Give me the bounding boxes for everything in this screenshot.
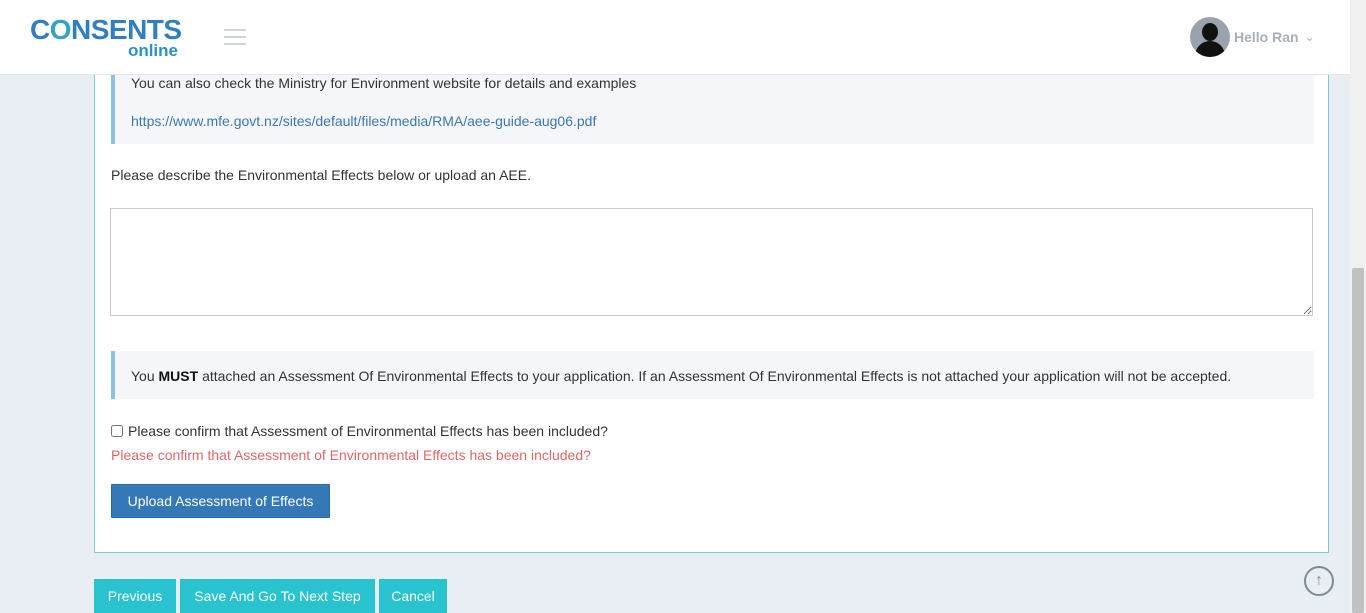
logo-subtitle: online [127, 41, 178, 60]
chevron-down-icon: ⌄ [1304, 30, 1315, 44]
user-menu[interactable]: Hello Ran ⌄ [1190, 17, 1315, 57]
environmental-effects-textarea[interactable] [110, 208, 1313, 316]
upload-assessment-button[interactable]: Upload Assessment of Effects [111, 484, 330, 518]
confirm-aee-label: Please confirm that Assessment of Enviro… [128, 423, 608, 439]
scrollbar-thumb[interactable] [1352, 268, 1364, 613]
aee-card: You can also check the Ministry for Envi… [94, 74, 1329, 553]
hamburger-menu-icon[interactable] [224, 29, 246, 45]
confirm-aee-checkbox[interactable] [111, 425, 123, 437]
must-attach-callout: You MUST attached an Assessment Of Envir… [111, 351, 1314, 399]
arrow-up-circle-icon[interactable]: ↑ [1304, 566, 1334, 596]
describe-label: Please describe the Environmental Effect… [111, 167, 531, 183]
info-text: You can also check the Ministry for Envi… [131, 75, 637, 91]
warning-text: You MUST attached an Assessment Of Envir… [131, 368, 1232, 384]
save-next-step-button[interactable]: Save And Go To Next Step [180, 579, 375, 613]
previous-button[interactable]: Previous [94, 579, 176, 613]
cancel-button[interactable]: Cancel [379, 579, 447, 613]
mfe-guide-link[interactable]: https://www.mfe.govt.nz/sites/default/fi… [131, 113, 596, 129]
confirm-error-message: Please confirm that Assessment of Enviro… [111, 447, 591, 463]
avatar [1190, 17, 1230, 57]
page-scrollbar[interactable] [1350, 0, 1366, 613]
consents-online-logo[interactable]: CONSENTS online [30, 14, 190, 60]
user-greeting: Hello Ran [1234, 29, 1299, 45]
top-header: CONSENTS online Hello Ran ⌄ [0, 0, 1350, 75]
info-callout: You can also check the Ministry for Envi… [111, 74, 1314, 144]
confirm-aee-row[interactable]: Please confirm that Assessment of Enviro… [111, 423, 608, 439]
